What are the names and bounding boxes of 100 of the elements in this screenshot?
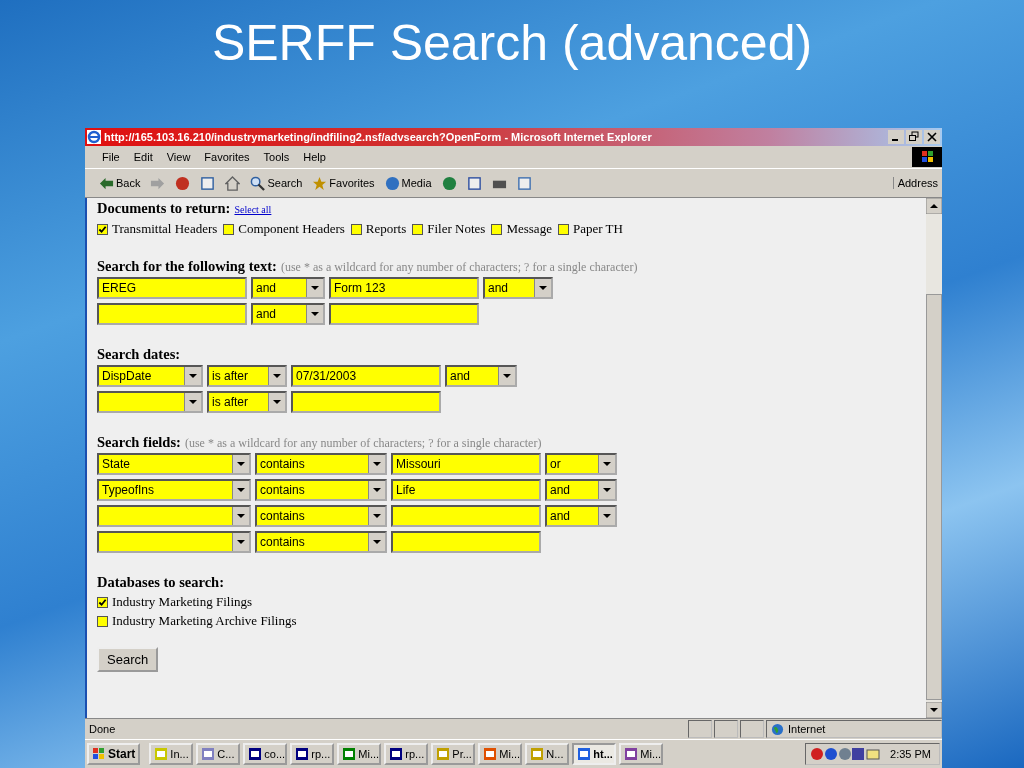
checkbox[interactable] xyxy=(412,223,424,235)
scroll-thumb[interactable] xyxy=(926,294,942,700)
taskbar-button[interactable]: In... xyxy=(149,743,194,765)
select-field[interactable]: or xyxy=(545,453,617,475)
input-field[interactable]: Life xyxy=(391,479,541,501)
select-field[interactable]: contains xyxy=(255,531,387,553)
address-label: Address xyxy=(892,177,942,189)
select-field[interactable]: State xyxy=(97,453,251,475)
taskbar-button[interactable]: Mi... xyxy=(337,743,382,765)
select-field[interactable]: and xyxy=(483,277,553,299)
status-pane xyxy=(714,720,738,738)
input-field[interactable] xyxy=(391,531,541,553)
select-field[interactable]: is after xyxy=(207,391,287,413)
checkbox-label: Message xyxy=(506,221,552,237)
hint-text: (use * as a wildcard for any number of characters; ? for a single character) xyxy=(280,260,638,275)
caret-icon xyxy=(598,481,615,499)
checkbox[interactable] xyxy=(350,223,362,235)
caret-icon xyxy=(598,507,615,525)
checkbox-label: Filer Notes xyxy=(427,221,486,237)
checkbox-label: Component Headers xyxy=(238,221,345,237)
app-icon xyxy=(295,747,310,761)
clock: 2:35 PM xyxy=(890,748,931,760)
select-field[interactable] xyxy=(97,531,251,553)
taskbar-button[interactable]: rp... xyxy=(384,743,429,765)
windows-flag-icon xyxy=(92,747,106,761)
taskbar-button[interactable]: Mi... xyxy=(619,743,664,765)
star-icon xyxy=(312,175,328,191)
select-field[interactable]: and xyxy=(445,365,517,387)
caret-icon xyxy=(368,507,385,525)
menu-item[interactable]: View xyxy=(159,151,198,163)
select-field[interactable]: TypeofIns xyxy=(97,479,251,501)
taskbar-button[interactable]: Mi... xyxy=(478,743,523,765)
input-field[interactable] xyxy=(97,303,247,325)
start-button[interactable]: Start xyxy=(87,743,141,765)
input-field[interactable]: 07/31/2003 xyxy=(291,365,441,387)
caret-icon xyxy=(534,279,551,297)
select-field[interactable]: and xyxy=(251,303,325,325)
window-title: http://165.103.16.210/industrymarketing/indfiling2.nsf/advsearch?OpenForm - Microsoft Internet Explorer xyxy=(104,131,653,143)
input-field[interactable] xyxy=(291,391,441,413)
menu-item[interactable]: Help xyxy=(296,151,333,163)
scrollbar[interactable] xyxy=(926,198,942,718)
hint-text: (use * as a wildcard for any number of characters; ? for a single character) xyxy=(184,436,542,451)
select-field[interactable]: and xyxy=(251,277,325,299)
forward-arrow-icon xyxy=(150,175,166,191)
select-field[interactable]: and xyxy=(545,479,617,501)
taskbar-button[interactable]: rp... xyxy=(290,743,335,765)
close-icon[interactable] xyxy=(924,130,940,144)
menu-item[interactable]: Tools xyxy=(256,151,297,163)
taskbar-button[interactable]: C... xyxy=(196,743,241,765)
app-icon xyxy=(342,747,357,761)
input-field[interactable]: EREG xyxy=(97,277,247,299)
checkbox[interactable] xyxy=(97,223,108,235)
caret-icon xyxy=(184,367,201,385)
select-field[interactable]: DispDate xyxy=(97,365,203,387)
caret-icon xyxy=(232,481,249,499)
checkbox[interactable] xyxy=(491,223,503,235)
select-field[interactable]: contains xyxy=(255,505,387,527)
section-heading: Search dates: xyxy=(97,346,181,363)
checkbox-label: Reports xyxy=(365,221,407,237)
app-icon xyxy=(201,747,216,761)
scroll-down-icon[interactable] xyxy=(926,702,942,718)
select-field[interactable]: is after xyxy=(207,365,287,387)
toolbar-button[interactable]: Media xyxy=(380,173,436,193)
select-all-link[interactable]: Select all xyxy=(234,204,272,215)
toolbar-button[interactable]: Search xyxy=(246,173,307,193)
app-icon xyxy=(483,747,498,761)
checkbox[interactable] xyxy=(97,615,108,627)
select-field[interactable]: and xyxy=(545,505,617,527)
scroll-up-icon[interactable] xyxy=(926,198,942,214)
checkbox[interactable] xyxy=(223,223,235,235)
minimize-icon[interactable] xyxy=(888,130,904,144)
input-field[interactable]: Missouri xyxy=(391,453,541,475)
select-field[interactable] xyxy=(97,505,251,527)
menu-item[interactable]: Favorites xyxy=(197,151,257,163)
taskbar-button[interactable]: Pr... xyxy=(431,743,476,765)
menu-item[interactable]: File xyxy=(95,151,127,163)
menu-item[interactable]: Edit xyxy=(126,151,160,163)
caret-icon xyxy=(184,393,201,411)
caret-icon xyxy=(268,367,285,385)
select-field[interactable]: contains xyxy=(255,453,387,475)
caret-icon xyxy=(232,533,249,551)
taskbar-button[interactable]: N... xyxy=(525,743,570,765)
globe-icon xyxy=(771,722,784,736)
search-button[interactable]: Search xyxy=(97,647,159,672)
app-icon xyxy=(530,747,545,761)
input-field[interactable]: Form 123 xyxy=(329,277,479,299)
input-field[interactable] xyxy=(391,505,541,527)
restore-icon[interactable] xyxy=(906,130,922,144)
app-icon xyxy=(577,747,592,761)
input-field[interactable] xyxy=(329,303,479,325)
toolbar-button[interactable]: Back xyxy=(95,173,145,193)
checkbox[interactable] xyxy=(557,223,569,235)
select-field[interactable]: contains xyxy=(255,479,387,501)
taskbar-button[interactable]: ht... xyxy=(572,743,617,765)
select-field[interactable] xyxy=(97,391,203,413)
taskbar-button[interactable]: co... xyxy=(243,743,288,765)
windows-logo-icon xyxy=(912,147,942,167)
status-pane xyxy=(688,720,712,738)
toolbar-button[interactable]: Favorites xyxy=(308,173,379,193)
checkbox[interactable] xyxy=(97,596,108,608)
